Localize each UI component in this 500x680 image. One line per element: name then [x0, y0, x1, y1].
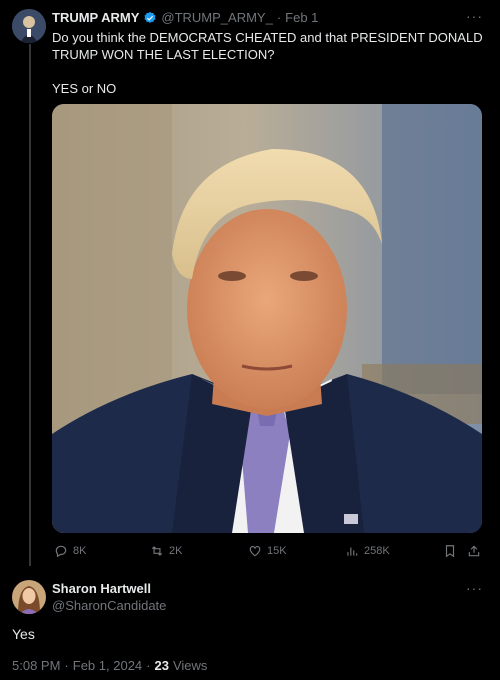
repost-icon: [151, 546, 163, 556]
more-options-icon[interactable]: ···: [466, 8, 483, 24]
bookmark-button[interactable]: [443, 544, 457, 558]
reply-time[interactable]: 5:08 PM: [12, 658, 60, 673]
tweet-text-line-3: YES or NO: [52, 81, 117, 96]
repost-button[interactable]: 2K: [150, 544, 182, 558]
header-separator: ·: [276, 10, 282, 25]
reply-button[interactable]: 8K: [54, 544, 86, 558]
tweet-text-line-1: Do you think the DEMOCRATS CHEATED and t…: [52, 30, 483, 45]
views-icon: [347, 547, 358, 556]
bookmark-icon: [445, 545, 455, 558]
like-count: 15K: [267, 545, 287, 557]
share-button[interactable]: [467, 544, 481, 558]
thread-connector-line: [29, 44, 31, 566]
repost-count: 2K: [169, 545, 183, 557]
reply-meta: 5:08 PM · Feb 1, 2024 · 23 Views: [12, 658, 207, 673]
reply-meta-separator-2: ·: [146, 658, 151, 673]
reply-more-options-icon[interactable]: ···: [466, 580, 483, 596]
author-name[interactable]: TRUMP ARMY: [52, 10, 139, 25]
reply-count: 8K: [73, 545, 87, 557]
reply-author-handle[interactable]: @SharonCandidate: [52, 598, 166, 613]
author-avatar[interactable]: [12, 9, 46, 43]
tweet-header: TRUMP ARMY @TRUMP_ARMY_ · Feb 1: [52, 10, 318, 25]
share-icon: [468, 545, 480, 557]
author-handle[interactable]: @TRUMP_ARMY_: [161, 10, 272, 25]
verified-icon: [144, 11, 156, 23]
tweet-text-line-2: TRUMP WON THE LAST ELECTION?: [52, 47, 275, 62]
reply-author-name[interactable]: Sharon Hartwell: [52, 581, 151, 596]
tweet-date[interactable]: Feb 1: [285, 10, 318, 25]
like-icon: [249, 546, 261, 557]
reply-text: Yes: [12, 626, 35, 642]
views-button[interactable]: 258K: [345, 544, 390, 558]
reply-meta-separator: ·: [64, 658, 69, 673]
reply-icon: [55, 545, 67, 558]
reply-date[interactable]: Feb 1, 2024: [73, 658, 142, 673]
reply-author-avatar[interactable]: [12, 580, 46, 614]
reply-views-label: Views: [172, 658, 208, 673]
like-button[interactable]: 15K: [248, 544, 287, 558]
reply-views-count: 23: [154, 658, 169, 673]
tweet-photo[interactable]: [52, 104, 482, 533]
views-count: 258K: [364, 545, 390, 557]
